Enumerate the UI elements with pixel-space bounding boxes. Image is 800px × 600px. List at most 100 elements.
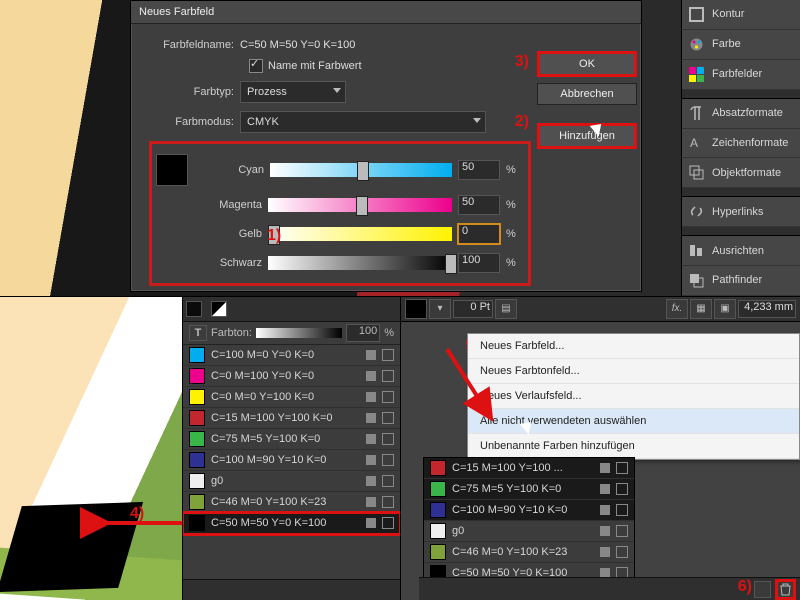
swatch-chip: [430, 460, 446, 476]
swatches-panel-secondary: C=15 M=100 Y=100 ... C=75 M=5 Y=100 K=0 …: [423, 457, 635, 585]
sidebar-item-char-styles[interactable]: A Zeichenformate: [682, 129, 800, 159]
color-mode-icon: [382, 370, 394, 382]
swatch-row[interactable]: g0: [424, 521, 634, 542]
sidebar-item-label: Ausrichten: [712, 245, 764, 257]
sidebar-item-pathfinder[interactable]: Pathfinder: [682, 266, 800, 296]
fill-proxy[interactable]: [186, 301, 202, 317]
chevron-down-icon: [473, 118, 481, 123]
magenta-value[interactable]: 50: [458, 195, 500, 215]
black-label: Schwarz: [202, 257, 262, 269]
swatch-row[interactable]: C=15 M=100 Y=100 K=0: [183, 408, 400, 429]
sidebar-item-hyperlinks[interactable]: Hyperlinks: [682, 197, 800, 227]
color-type-icon: [600, 526, 610, 536]
color-type-icon: [600, 547, 610, 557]
new-swatch-icon[interactable]: [754, 581, 771, 598]
swatches-panel: T Farbton: 100 % C=100 M=0 Y=0 K=0 C=0 M…: [182, 297, 400, 600]
add-button[interactable]: Hinzufügen: [537, 123, 637, 149]
stroke-proxy[interactable]: [211, 301, 227, 317]
swatches-context-menu: Neues Farbfeld... Neues Farbtonfeld... N…: [467, 333, 800, 460]
swatch-label: g0: [211, 475, 360, 487]
apply-to-text-toggle[interactable]: T: [189, 325, 207, 341]
ok-button[interactable]: OK: [537, 51, 637, 77]
swatch-row[interactable]: C=100 M=90 Y=10 K=0: [424, 500, 634, 521]
color-mode-icon: [616, 483, 628, 495]
stroke-weight-value[interactable]: 0 Pt: [453, 300, 493, 318]
measurement-field[interactable]: 4,233 mm: [738, 300, 796, 318]
swatch-chip: [189, 347, 205, 363]
cyan-slider[interactable]: [270, 163, 452, 177]
yellow-slider[interactable]: [268, 227, 452, 241]
black-slider[interactable]: [268, 256, 452, 270]
color-mode-icon: [616, 462, 628, 474]
swatch-name-value: C=50 M=50 Y=0 K=100: [240, 39, 355, 51]
swatch-label: g0: [452, 525, 594, 537]
color-type-icon: [366, 371, 376, 381]
slider-group: Cyan 50 % Magenta 50 % Gelb: [149, 141, 531, 286]
swatch-label: C=0 M=0 Y=100 K=0: [211, 391, 360, 403]
ctx-add-unnamed[interactable]: Unbenannte Farben hinzufügen: [468, 434, 799, 459]
panel-footer: [183, 579, 400, 600]
callout-1: 1): [267, 227, 281, 245]
ctx-select-unused[interactable]: Alle nicht verwendeten auswählen: [468, 409, 799, 434]
align-icon: [688, 242, 705, 259]
fill-color-button[interactable]: [405, 299, 427, 319]
sidebar-item-object-styles[interactable]: Objektformate: [682, 158, 800, 188]
black-value[interactable]: 100: [458, 253, 500, 273]
tint-value[interactable]: 100: [346, 324, 380, 342]
ctx-new-gradient-swatch[interactable]: Neues Verlaufsfeld...: [468, 384, 799, 409]
callout-6: 6): [738, 578, 752, 596]
cancel-button[interactable]: Abbrechen: [537, 83, 637, 105]
swatch-row[interactable]: g0: [183, 471, 400, 492]
color-mode-icon: [616, 504, 628, 516]
magenta-label: Magenta: [202, 199, 262, 211]
magenta-slider[interactable]: [268, 198, 452, 212]
swatch-row[interactable]: C=0 M=0 Y=100 K=0: [183, 387, 400, 408]
text-wrap-button[interactable]: ▦: [690, 299, 712, 319]
color-type-icon: [366, 455, 376, 465]
ctx-new-swatch[interactable]: Neues Farbfeld...: [468, 334, 799, 359]
swatch-row[interactable]: C=50 M=50 Y=0 K=100: [183, 513, 400, 534]
yellow-label: Gelb: [202, 228, 262, 240]
dialog-title: Neues Farbfeld: [131, 1, 641, 24]
name-with-color-checkbox[interactable]: [249, 59, 263, 73]
trash-icon[interactable]: [777, 581, 794, 598]
sidebar-item-paragraph-styles[interactable]: Absatzformate: [682, 99, 800, 129]
yellow-value[interactable]: 0: [458, 224, 500, 244]
sidebar-item-label: Kontur: [712, 8, 744, 20]
stroke-style-button[interactable]: ▤: [495, 299, 517, 319]
sidebar-item-color[interactable]: Farbe: [682, 30, 800, 60]
swatch-row[interactable]: C=75 M=5 Y=100 K=0: [424, 479, 634, 500]
swatch-name-label: Farbfeldname:: [149, 39, 240, 51]
color-mode-icon: [616, 525, 628, 537]
sidebar-item-stroke[interactable]: Kontur: [682, 0, 800, 30]
sidebar-item-align[interactable]: Ausrichten: [682, 236, 800, 266]
effects-button[interactable]: fx.: [666, 299, 688, 319]
cyan-value[interactable]: 50: [458, 160, 500, 180]
swatch-row[interactable]: C=15 M=100 Y=100 ...: [424, 458, 634, 479]
sidebar-item-swatches[interactable]: Farbfelder: [682, 60, 800, 90]
swatch-label: C=100 M=90 Y=10 K=0: [452, 504, 594, 516]
right-panel-strip: Kontur Farbe Farbfelder Absatzformate A …: [681, 0, 800, 296]
swatch-row[interactable]: C=75 M=5 Y=100 K=0: [183, 429, 400, 450]
swatch-label: C=15 M=100 Y=100 K=0: [211, 412, 360, 424]
tint-label: Farbton:: [211, 327, 252, 339]
swatch-chip: [189, 515, 205, 531]
new-swatch-dialog: Neues Farbfeld Farbfeldname: C=50 M=50 Y…: [130, 0, 642, 292]
color-mode-icon: [382, 412, 394, 424]
color-mode-icon: [382, 496, 394, 508]
swatch-chip: [430, 481, 446, 497]
ctx-new-tint-swatch[interactable]: Neues Farbtonfeld...: [468, 359, 799, 384]
color-mode-select[interactable]: CMYK: [240, 111, 486, 133]
swatch-row[interactable]: C=46 M=0 Y=100 K=23: [183, 492, 400, 513]
swatch-row[interactable]: C=0 M=100 Y=0 K=0: [183, 366, 400, 387]
swatch-row[interactable]: C=100 M=90 Y=10 K=0: [183, 450, 400, 471]
swatch-label: C=0 M=100 Y=0 K=0: [211, 370, 360, 382]
sidebar-item-label: Absatzformate: [712, 107, 783, 119]
tint-slider[interactable]: [256, 328, 342, 338]
frame-fitting-button[interactable]: ▣: [714, 299, 736, 319]
stroke-weight-picker[interactable]: ▾: [429, 299, 451, 319]
swatch-row[interactable]: C=100 M=0 Y=0 K=0: [183, 345, 400, 366]
swatch-row[interactable]: C=46 M=0 Y=100 K=23: [424, 542, 634, 563]
color-type-icon: [366, 434, 376, 444]
color-type-select[interactable]: Prozess: [240, 81, 346, 103]
